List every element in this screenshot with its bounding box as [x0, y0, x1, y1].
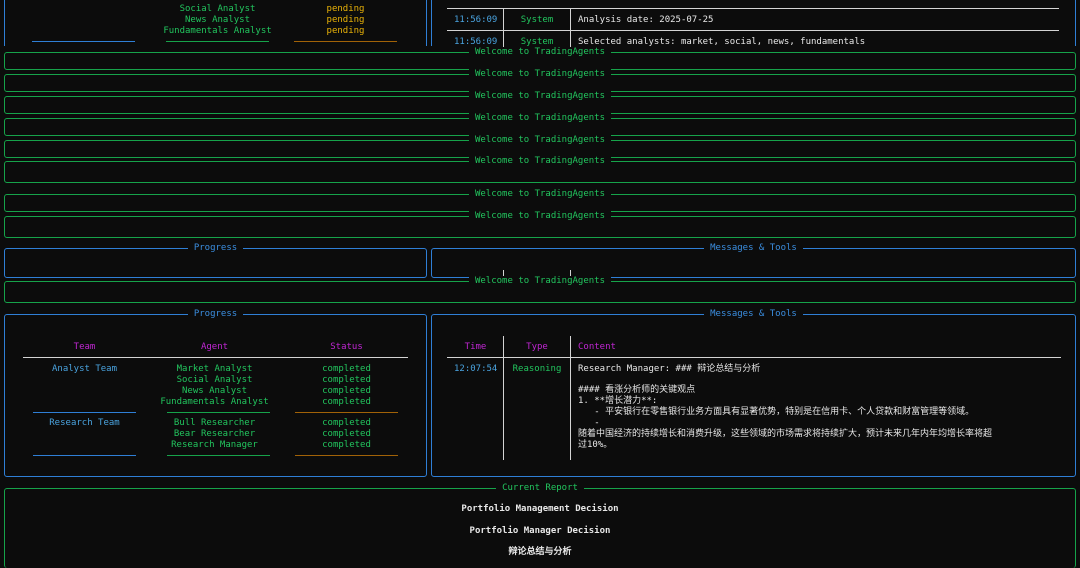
column-divider — [503, 336, 504, 460]
group-divider — [295, 412, 398, 413]
team-name: Research Team — [49, 418, 120, 428]
messages-panel: Messages & Tools Time Type Content 12:07… — [431, 309, 1076, 477]
progress-title: Progress — [187, 309, 244, 319]
current-report-title: Current Report — [496, 483, 584, 493]
agent-status: completed — [322, 418, 371, 428]
progress-panel-fragment: Progress — [4, 243, 427, 278]
agent-name: Bull Researcher — [173, 418, 256, 428]
team-name: Analyst Team — [51, 364, 118, 374]
report-heading: 辩论总结与分析 — [508, 547, 572, 557]
group-divider — [167, 455, 270, 456]
welcome-panel: Welcome to TradingAgents — [4, 189, 1076, 212]
progress-panel: Progress Team Agent Status Analyst Team … — [4, 309, 427, 477]
progress-title: Progress — [187, 243, 244, 253]
agent-status: completed — [322, 375, 371, 385]
report-heading: Portfolio Management Decision — [461, 504, 619, 514]
top-progress-fragment: Social Analyst News Analyst Fundamentals… — [0, 0, 430, 48]
divider — [32, 41, 135, 42]
welcome-title: Welcome to TradingAgents — [468, 47, 612, 57]
welcome-panel: Welcome to TradingAgents — [4, 47, 1076, 70]
agent-name: Fundamentals Analyst — [160, 397, 269, 407]
agent-status: completed — [322, 397, 371, 407]
messages-title: Messages & Tools — [704, 309, 803, 319]
agent-name: Market Analyst — [176, 364, 253, 374]
agent-status: pending — [326, 26, 365, 36]
welcome-panel: Welcome to TradingAgents — [4, 211, 1076, 238]
message-content-line: - 平安银行在零售银行业务方面具有显著优势，特别是在信用卡、个人贷款和财富管理等… — [578, 407, 975, 417]
current-report-panel: Current Report Portfolio Management Deci… — [4, 483, 1076, 568]
agent-name: News Analyst — [184, 15, 251, 25]
message-type: System — [520, 15, 554, 25]
agent-name: Fundamentals Analyst — [163, 26, 272, 36]
message-time: 12:07:54 — [454, 364, 498, 374]
agent-status: completed — [322, 429, 371, 439]
welcome-title: Welcome to TradingAgents — [468, 69, 612, 79]
divider — [294, 41, 397, 42]
group-divider — [33, 455, 136, 456]
welcome-title: Welcome to TradingAgents — [468, 135, 612, 145]
group-divider — [167, 412, 270, 413]
col-header-agent: Agent — [200, 342, 229, 352]
welcome-panel: Welcome to TradingAgents — [4, 113, 1076, 136]
agent-name: Social Analyst — [179, 4, 256, 14]
agent-status: completed — [322, 364, 371, 374]
agent-status: pending — [326, 15, 365, 25]
col-header-type: Type — [526, 342, 548, 352]
message-content-line: #### 看涨分析师的关键观点 — [578, 385, 696, 395]
column-divider — [570, 336, 571, 460]
message-content-line: 随着中国经济的持续增长和消费升级，这些领域的市场需求将持续扩大，预计未来几年内年… — [578, 429, 993, 439]
group-divider — [33, 412, 136, 413]
group-divider — [295, 455, 398, 456]
welcome-panel: Welcome to TradingAgents — [4, 69, 1076, 92]
welcome-title: Welcome to TradingAgents — [468, 156, 612, 166]
welcome-title: Welcome to TradingAgents — [468, 113, 612, 123]
welcome-title: Welcome to TradingAgents — [468, 91, 612, 101]
message-content-line: - — [578, 418, 600, 428]
agent-status: completed — [322, 440, 371, 450]
welcome-panel: Welcome to TradingAgents — [4, 91, 1076, 114]
message-content-line: 1. **增长潜力**: — [578, 396, 658, 406]
col-header-content: Content — [578, 342, 616, 352]
agent-name: News Analyst — [181, 386, 248, 396]
message-content-line: Research Manager: ### 辩论总结与分析 — [578, 364, 761, 374]
divider — [166, 41, 269, 42]
header-rule — [447, 357, 1061, 358]
col-header-time: Time — [464, 342, 487, 352]
agent-name: Social Analyst — [176, 375, 253, 385]
col-header-team: Team — [73, 342, 96, 352]
agent-status: pending — [326, 4, 365, 14]
agent-name: Bear Researcher — [173, 429, 256, 439]
welcome-title: Welcome to TradingAgents — [468, 211, 612, 221]
messages-panel-fragment: Messages & Tools — [431, 243, 1076, 278]
top-messages-fragment: 11:56:09 System Analysis date: 2025-07-2… — [430, 0, 1080, 48]
agent-name: Research Manager — [171, 440, 258, 450]
header-rule — [23, 357, 408, 358]
welcome-panel: Welcome to TradingAgents — [4, 156, 1076, 183]
col-header-status: Status — [330, 342, 363, 352]
messages-title: Messages & Tools — [704, 243, 803, 253]
welcome-panel: Welcome to TradingAgents — [4, 276, 1076, 303]
message-content: Analysis date: 2025-07-25 — [578, 15, 714, 25]
message-type: Reasoning — [512, 364, 562, 374]
message-content-line: 过10%。 — [578, 440, 613, 450]
welcome-title: Welcome to TradingAgents — [468, 189, 612, 199]
message-time: 11:56:09 — [454, 15, 498, 25]
welcome-title: Welcome to TradingAgents — [468, 276, 612, 286]
agent-status: completed — [322, 386, 371, 396]
report-heading: Portfolio Manager Decision — [469, 526, 611, 536]
